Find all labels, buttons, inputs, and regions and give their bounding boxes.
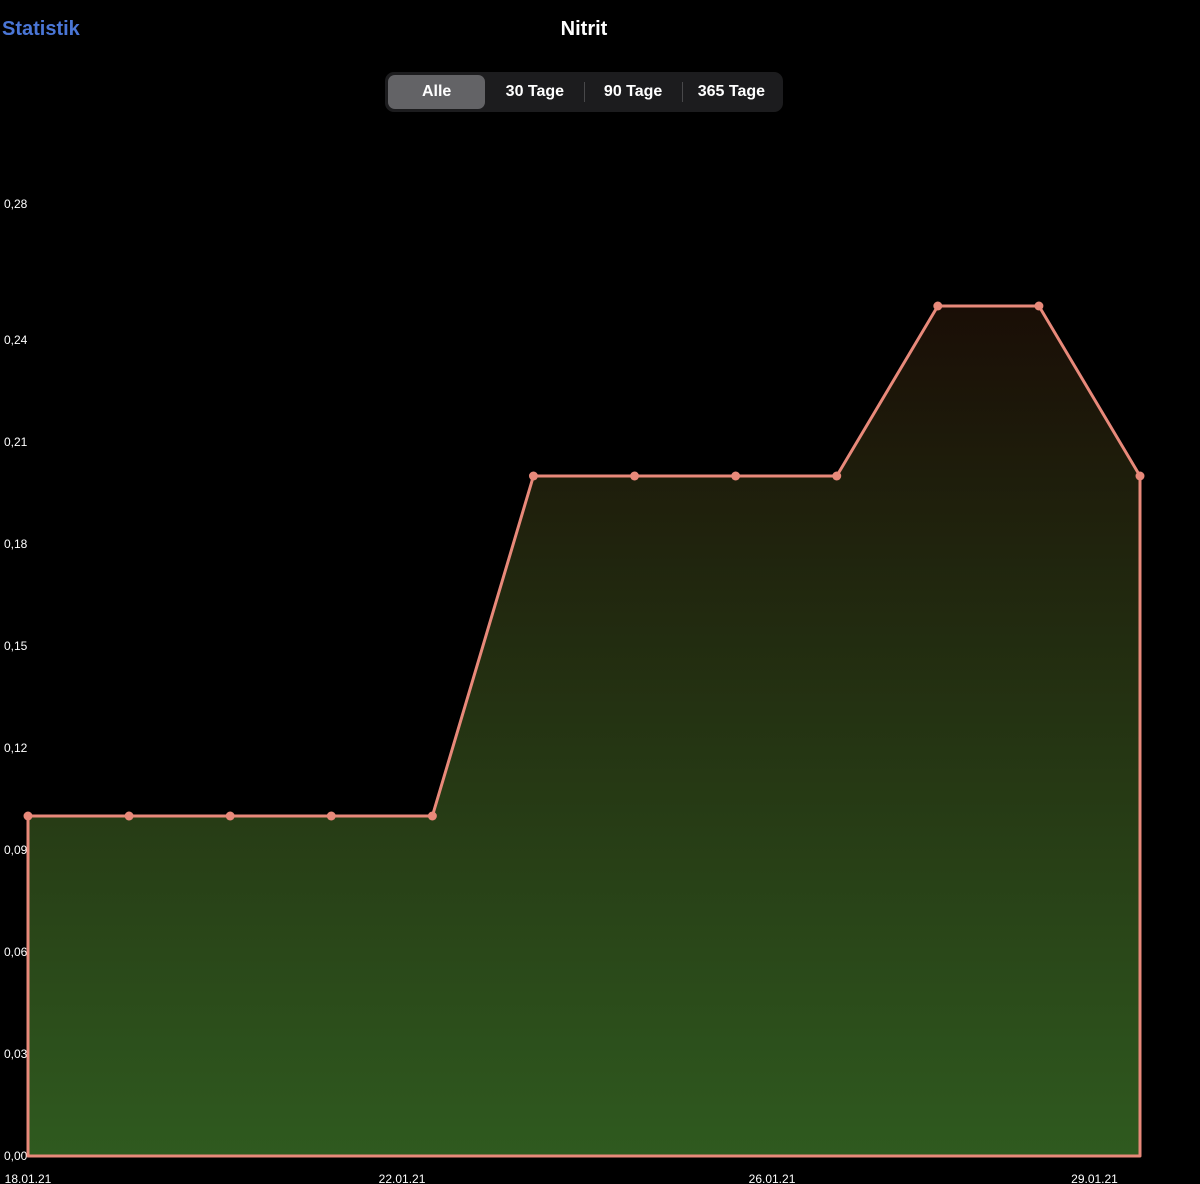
- y-tick-label: 0,00: [4, 1149, 28, 1163]
- data-point[interactable]: [528, 471, 538, 481]
- data-point[interactable]: [427, 811, 437, 821]
- y-tick-label: 0,12: [4, 741, 28, 755]
- data-point[interactable]: [832, 471, 842, 481]
- y-axis-ticks: 0,00 0,03 0,06 0,09 0,12 0,15 0,18 0,21 0,24 0,28: [4, 197, 28, 1163]
- y-tick-label: 0,09: [4, 843, 28, 857]
- y-tick-label: 0,03: [4, 1047, 28, 1061]
- area-layer: [28, 306, 1140, 1156]
- data-point[interactable]: [326, 811, 336, 821]
- y-tick-label: 0,24: [4, 333, 28, 347]
- x-tick-label: 18.01.21: [5, 1172, 52, 1184]
- x-axis-ticks: 18.01.21 22.01.21 26.01.21 29.01.21: [5, 1172, 1119, 1184]
- data-point[interactable]: [630, 471, 640, 481]
- data-point[interactable]: [933, 301, 943, 311]
- y-tick-label: 0,06: [4, 945, 28, 959]
- area-fill: [28, 306, 1140, 1156]
- y-tick-label: 0,28: [4, 197, 28, 211]
- data-point[interactable]: [124, 811, 134, 821]
- y-tick-label: 0,21: [4, 435, 28, 449]
- data-point[interactable]: [225, 811, 235, 821]
- x-tick-label: 29.01.21: [1071, 1172, 1118, 1184]
- x-tick-label: 22.01.21: [379, 1172, 426, 1184]
- y-tick-label: 0,15: [4, 639, 28, 653]
- data-point[interactable]: [731, 471, 741, 481]
- nitrit-area-chart: 0,00 0,03 0,06 0,09 0,12 0,15 0,18 0,21 0,24 0,28…: [4, 197, 1145, 1184]
- data-point[interactable]: [1034, 301, 1044, 311]
- data-point[interactable]: [23, 811, 33, 821]
- y-tick-label: 0,18: [4, 537, 28, 551]
- data-point[interactable]: [1135, 471, 1145, 481]
- x-tick-label: 26.01.21: [749, 1172, 796, 1184]
